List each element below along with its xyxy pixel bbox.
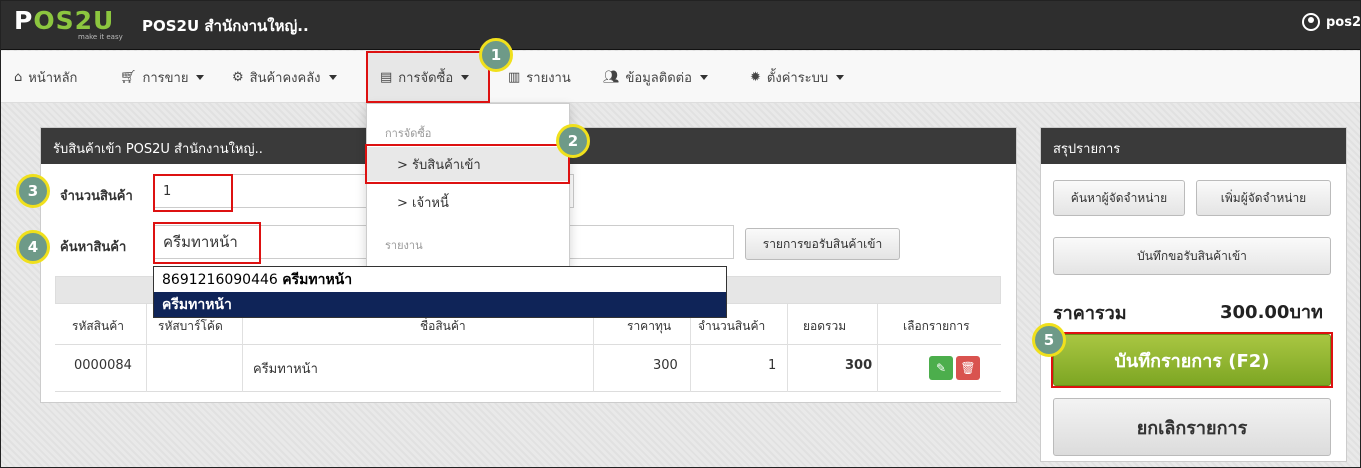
nav-settings[interactable]: ✹ ตั้งค่าระบบ — [750, 51, 845, 103]
save-request-button[interactable]: บันทึกขอรับสินค้าเข้า — [1053, 237, 1331, 275]
cell-total: 300 — [845, 358, 873, 373]
nav-purchasing-label: การจัดซื้อ — [398, 70, 454, 86]
find-supplier-button[interactable]: ค้นหาผู้จัดจำหน่าย — [1053, 180, 1185, 216]
bar-chart-icon: ▥ — [508, 69, 521, 85]
nav-contacts[interactable]: 👥︎ ข้อมูลติดต่อ — [603, 51, 708, 103]
total-label: ราคารวม — [1053, 303, 1127, 324]
trash-icon: 🗑︎ — [960, 361, 976, 375]
menu-item-creditor[interactable]: > เจ้าหนี้ — [367, 185, 569, 219]
step-badge-4: 4 — [16, 230, 50, 264]
nav-home[interactable]: ⌂ หน้าหลัก — [14, 51, 77, 103]
cell-code: 0000084 — [74, 358, 132, 373]
nav-sales[interactable]: 🛒︎ การขาย — [120, 51, 205, 103]
chevron-down-icon — [196, 74, 205, 80]
column-divider — [877, 304, 878, 392]
chevron-down-icon — [328, 74, 337, 80]
nav-contacts-label: ข้อมูลติดต่อ — [625, 70, 692, 86]
nav-inventory[interactable]: ⚙ สินค้าคงคลัง — [232, 51, 337, 103]
top-bar: POS2U make it easy POS2U สำนักงานใหญ่.. … — [0, 0, 1361, 50]
total-value: 300.00บาท — [1220, 302, 1323, 323]
user-label: pos2 — [1325, 14, 1361, 30]
save-transaction-button[interactable]: บันทึกรายการ (F2) — [1053, 334, 1331, 386]
cell-name: ครีมทาหน้า — [253, 362, 318, 377]
column-divider — [146, 304, 147, 392]
col-header-code: รหัสสินค้า — [72, 319, 124, 333]
gear-icon: ✹ — [750, 69, 761, 85]
logo-text-accent: OS2U — [33, 6, 115, 35]
summary-title: สรุปรายการ — [1041, 128, 1346, 164]
autocomplete-item-selected[interactable]: ครีมทาหน้า — [154, 292, 726, 317]
menu-item-receive-goods[interactable]: > รับสินค้าเข้า — [367, 147, 569, 181]
step-badge-3: 3 — [16, 174, 50, 208]
autocomplete-item[interactable]: 8691216090446 ครีมทาหน้า — [154, 267, 726, 292]
nav-report-label: รายงาน — [526, 70, 571, 86]
nav-home-label: หน้าหลัก — [28, 70, 78, 86]
nav-settings-label: ตั้งค่าระบบ — [766, 70, 829, 86]
search-label: ค้นหาสินค้า — [60, 240, 127, 255]
app-title: POS2U สำนักงานใหญ่.. — [142, 17, 309, 35]
dropdown-section-purchasing: การจัดซื้อ — [385, 127, 432, 140]
user-menu[interactable]: pos2 — [1301, 13, 1361, 31]
boxes-icon: ⚙ — [232, 69, 244, 85]
nav-report[interactable]: ▥ รายงาน — [508, 51, 571, 103]
autocomplete-item-name: ครีมทาหน้า — [162, 296, 232, 313]
qty-label: จำนวนสินค้า — [60, 189, 133, 204]
edit-button[interactable]: ✎ — [929, 356, 953, 380]
pos2u-logo[interactable]: POS2U make it easy — [14, 6, 124, 44]
document-icon: ▤ — [380, 69, 393, 85]
delete-button[interactable]: 🗑︎ — [956, 356, 980, 380]
cancel-transaction-button[interactable]: ยกเลิกรายการ — [1053, 398, 1331, 456]
dropdown-section-report: รายงาน — [385, 239, 423, 252]
add-supplier-button[interactable]: เพิ่มผู้จัดจำหน่าย — [1196, 180, 1331, 216]
column-divider — [787, 304, 788, 392]
purchasing-dropdown-menu: การจัดซื้อ > รับสินค้าเข้า > เจ้าหนี้ รา… — [366, 103, 570, 268]
cart-icon: 🛒︎ — [120, 69, 137, 85]
nav-sales-label: การขาย — [142, 70, 189, 86]
autocomplete-item-code: 8691216090446 — [162, 271, 278, 288]
chevron-down-icon — [461, 74, 470, 80]
cell-cost: 300 — [653, 358, 678, 373]
home-icon: ⌂ — [14, 69, 23, 85]
col-header-total: ยอดรวม — [803, 319, 847, 333]
search-autocomplete-list: 8691216090446 ครีมทาหน้า ครีมทาหน้า — [153, 266, 727, 318]
users-icon: 👥︎ — [603, 69, 620, 85]
chevron-down-icon — [836, 74, 845, 80]
col-header-barcode: รหัสบาร์โค้ด — [158, 319, 223, 333]
cell-qty: 1 — [768, 358, 777, 373]
edit-icon: ✎ — [935, 361, 947, 375]
step-badge-5: 5 — [1032, 323, 1066, 357]
logo-text: POS2U — [14, 6, 115, 35]
col-header-cost: ราคาทุน — [627, 319, 672, 333]
nav-purchasing[interactable]: ▤ การจัดซื้อ — [366, 51, 490, 103]
col-header-qty: จำนวนสินค้า — [698, 319, 766, 333]
main-nav: ⌂ หน้าหลัก 🛒︎ การขาย ⚙ สินค้าคงคลัง ▤ กา… — [0, 51, 1361, 103]
autocomplete-item-name: ครีมทาหน้า — [282, 271, 353, 288]
nav-inventory-label: สินค้าคงคลัง — [249, 70, 321, 86]
chevron-down-icon — [699, 74, 708, 80]
col-header-name: ชื่อสินค้า — [420, 319, 466, 333]
step-badge-2: 2 — [556, 124, 590, 158]
request-list-button[interactable]: รายการขอรับสินค้าเข้า — [745, 228, 900, 260]
col-header-select: เลือกรายการ — [903, 319, 970, 333]
logo-tagline: make it easy — [78, 33, 123, 41]
step-badge-1: 1 — [479, 38, 513, 72]
user-circle-icon — [1301, 13, 1320, 31]
